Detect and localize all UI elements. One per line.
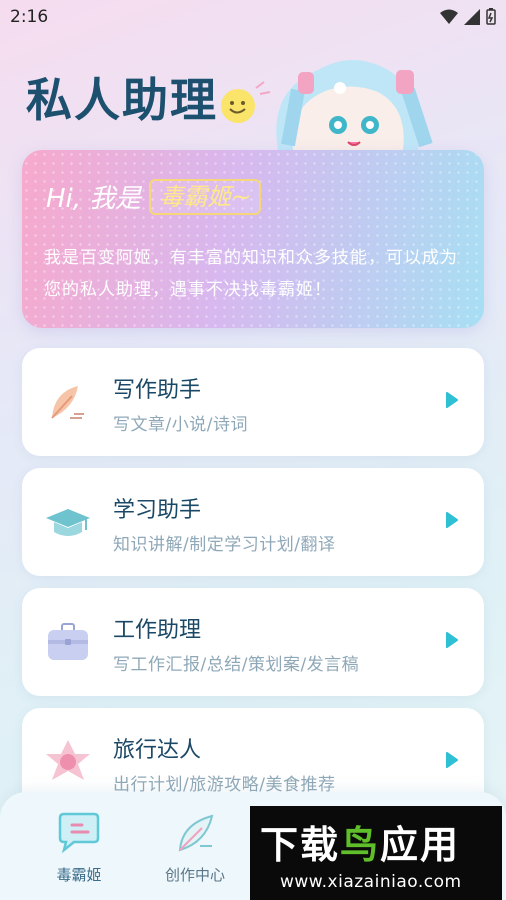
intro-card: Hi, 我是 毒霸姬~ 我是百变阿姬，有丰富的知识和众多技能，可以成为您的私人助…	[22, 150, 484, 328]
feature-title: 旅行达人	[113, 738, 202, 763]
nav-label: 创作中心	[164, 866, 225, 884]
chat-bubble-icon	[58, 812, 100, 854]
watermark-title-part3: 应用	[380, 823, 461, 867]
page-title: 私人助理	[26, 73, 218, 127]
feature-card-study[interactable]: 学习助手 知识讲解/制定学习计划/翻译	[22, 468, 484, 576]
play-arrow-icon	[446, 752, 458, 768]
nav-item-assistant[interactable]: 毒霸姬	[34, 812, 124, 885]
signal-icon	[464, 8, 480, 25]
mascot-illustration	[276, 60, 433, 150]
intro-description: 我是百变阿姬，有丰富的知识和众多技能，可以成为您的私人助理，遇事不决找毒霸姬！	[44, 248, 458, 300]
battery-icon	[486, 8, 496, 25]
feather-icon	[178, 814, 214, 852]
feather-pen-icon	[51, 386, 84, 419]
feature-subtitle: 知识讲解/制定学习计划/翻译	[113, 535, 336, 555]
nav-label: 毒霸姬	[56, 866, 102, 884]
watermark-banner: 下载鸟应用 www.xiazainiao.com	[250, 806, 502, 900]
nav-item-creation[interactable]: 创作中心	[150, 812, 240, 885]
assistant-name-badge: 毒霸姬~	[149, 178, 262, 215]
status-time: 2:16	[10, 7, 49, 27]
intro-greeting: Hi, 我是	[46, 184, 142, 214]
compass-star-icon	[46, 740, 90, 780]
feature-title: 写作助手	[113, 378, 202, 403]
watermark-title: 下载鸟应用	[260, 814, 460, 869]
feature-card-writing[interactable]: 写作助手 写文章/小说/诗词	[22, 348, 484, 456]
watermark-title-part1: 下载	[260, 823, 341, 867]
play-arrow-icon	[446, 392, 458, 408]
feature-card-work[interactable]: 工作助理 写工作汇报/总结/策划案/发言稿	[22, 588, 484, 696]
wifi-icon	[440, 9, 458, 24]
watermark-title-part2: 鸟	[340, 823, 381, 867]
watermark-url: www.xiazainiao.com	[280, 872, 462, 892]
intro-greeting-row: Hi, 我是 毒霸姬~	[46, 178, 262, 215]
briefcase-icon	[48, 623, 88, 660]
feature-title: 学习助手	[113, 498, 202, 523]
feature-subtitle: 写文章/小说/诗词	[113, 415, 248, 435]
play-arrow-icon	[446, 512, 458, 528]
status-bar: 2:16	[0, 0, 506, 34]
status-icons	[440, 8, 496, 25]
feature-title: 工作助理	[113, 618, 202, 643]
feature-subtitle: 写工作汇报/总结/策划案/发言稿	[113, 655, 360, 675]
graduation-cap-icon	[46, 509, 90, 536]
play-arrow-icon	[446, 632, 458, 648]
